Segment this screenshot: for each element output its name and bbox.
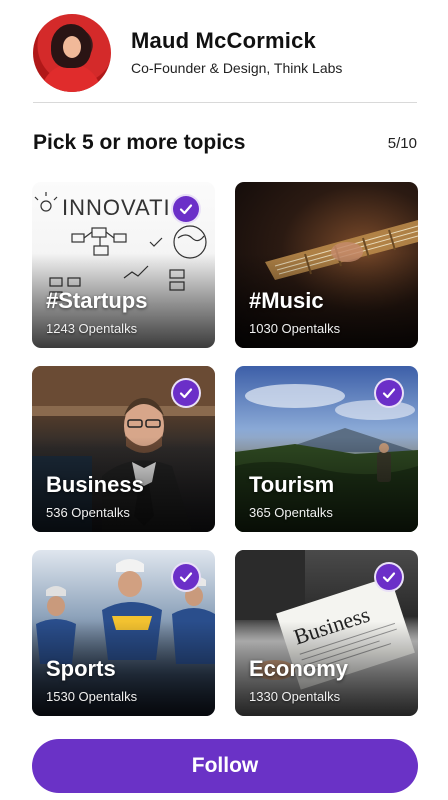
avatar-shirt [41, 64, 101, 92]
topic-label: #Music [249, 288, 324, 313]
topic-count: 365 Opentalks [249, 505, 333, 520]
checkmark-icon[interactable] [374, 378, 404, 408]
topics-selected-count: 5/10 [387, 135, 417, 152]
topic-count: 1330 Opentalks [249, 689, 341, 704]
topic-count: 1030 Opentalks [249, 321, 341, 336]
sketch-text: INNOVATIO [62, 195, 189, 220]
divider [33, 102, 417, 103]
checkmark-icon[interactable] [171, 194, 201, 224]
topic-count: 536 Opentalks [46, 505, 130, 520]
topic-card-economy[interactable]: Business Economy 1330 Opentalks [235, 550, 418, 716]
topic-card-business[interactable]: Business 536 Opentalks [32, 366, 215, 532]
avatar-face [63, 36, 81, 58]
follow-button[interactable]: Follow [32, 739, 418, 793]
topic-card-tourism[interactable]: Tourism 365 Opentalks [235, 366, 418, 532]
topic-label: Sports [46, 656, 116, 681]
profile-role: Co-Founder & Design, Think Labs [131, 60, 343, 76]
topic-label: Tourism [249, 472, 335, 497]
topic-count: 1530 Opentalks [46, 689, 138, 704]
avatar[interactable] [33, 14, 111, 92]
topic-label: #Startups [46, 288, 148, 313]
checkmark-icon[interactable] [171, 378, 201, 408]
topic-card-startups[interactable]: INNOVATIO #Startups 1243 Opentalks [32, 182, 215, 348]
topic-label: Economy [249, 656, 349, 681]
topic-label: Business [46, 472, 144, 497]
profile-name: Maud McCormick [131, 28, 316, 53]
checkmark-icon[interactable] [171, 562, 201, 592]
profile-header: Maud McCormick Co-Founder & Design, Thin… [0, 0, 448, 104]
topic-card-sports[interactable]: Sports 1530 Opentalks [32, 550, 215, 716]
checkmark-icon[interactable] [374, 562, 404, 592]
topic-card-music[interactable]: #Music 1030 Opentalks [235, 182, 418, 348]
topic-count: 1243 Opentalks [46, 321, 138, 336]
topics-title: Pick 5 or more topics [33, 131, 246, 154]
